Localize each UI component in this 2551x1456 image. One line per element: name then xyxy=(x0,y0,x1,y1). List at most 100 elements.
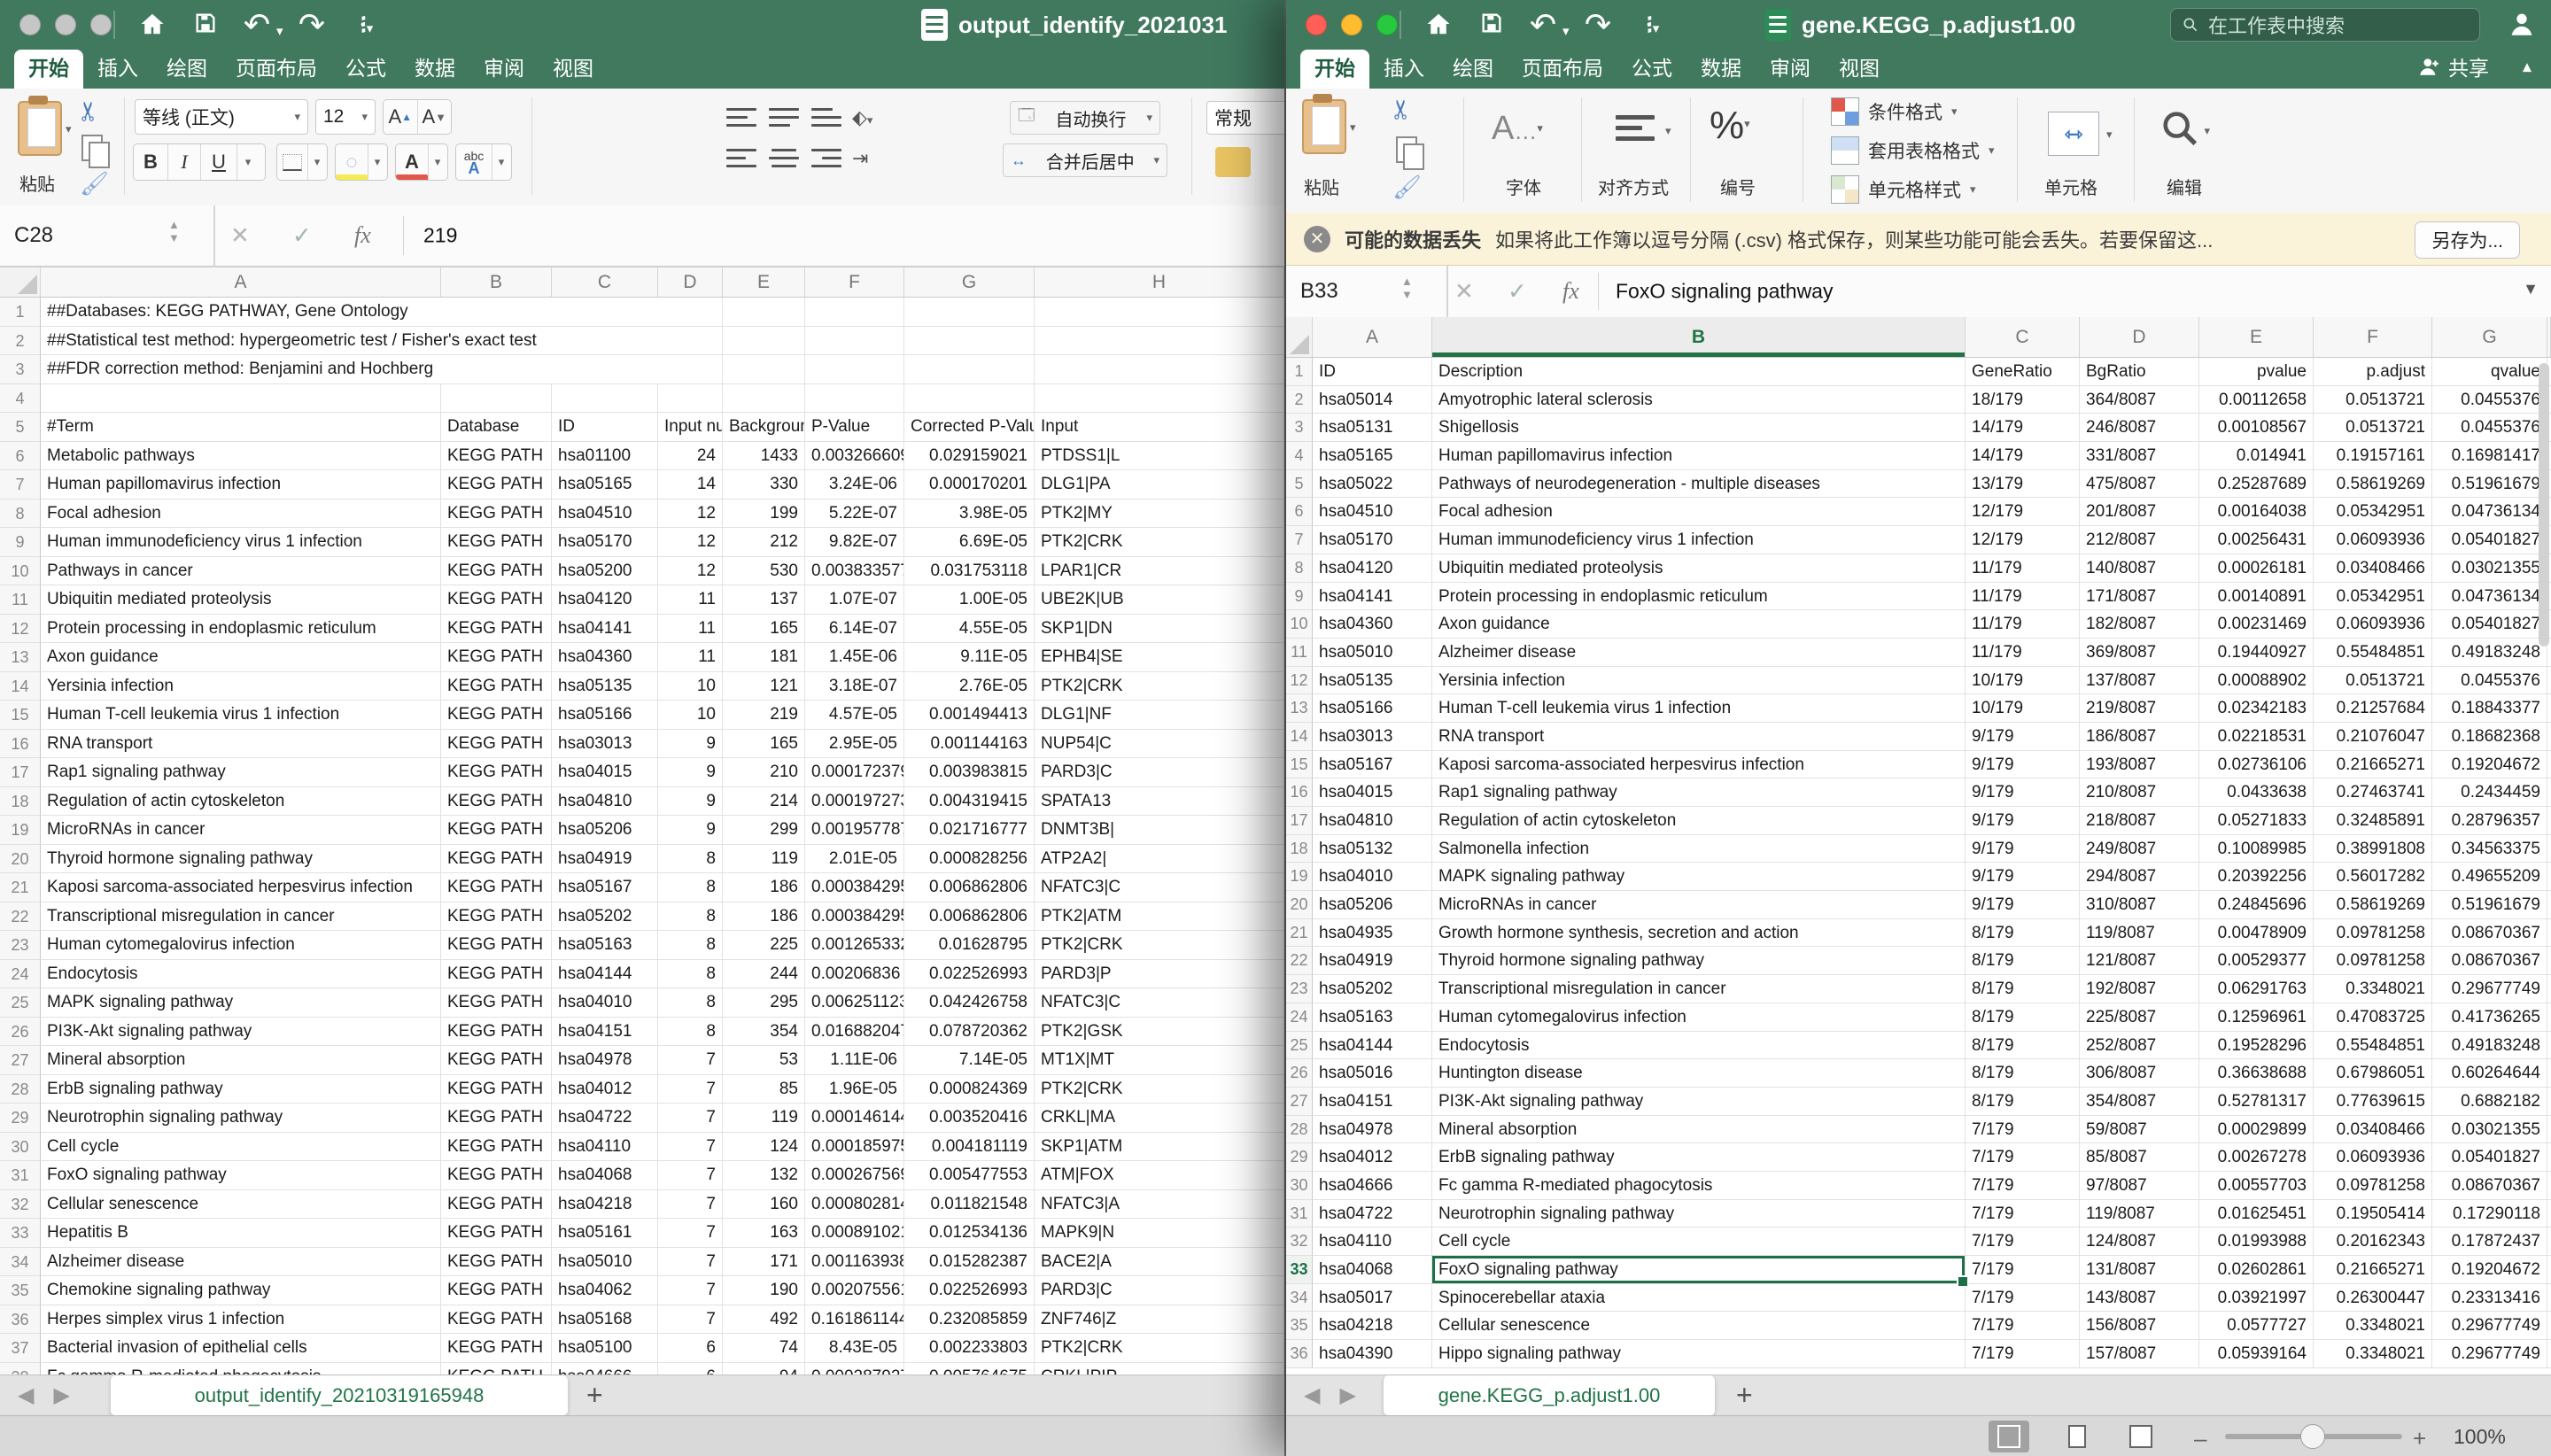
row-number[interactable]: 7 xyxy=(1286,526,1313,554)
cell[interactable]: Huntington disease xyxy=(1432,1059,1966,1088)
cell[interactable]: 7 xyxy=(658,1305,723,1335)
row-number[interactable]: 3 xyxy=(0,355,41,384)
cell[interactable]: Background xyxy=(723,413,805,442)
cell[interactable]: 0.000146144 xyxy=(805,1104,904,1133)
cell[interactable]: 0.21665271 xyxy=(2314,1256,2432,1284)
cell[interactable]: 364/8087 xyxy=(2080,386,2199,414)
column-header-B[interactable]: B xyxy=(1432,317,1966,357)
cell[interactable]: RNA transport xyxy=(1432,723,1966,751)
row-number[interactable]: 14 xyxy=(0,672,41,701)
cell[interactable]: 1433 xyxy=(723,442,805,471)
cell[interactable]: 0.03021355 xyxy=(2432,554,2547,583)
cell[interactable]: 14/179 xyxy=(1966,414,2080,442)
cell[interactable]: 0.51961679 xyxy=(2432,891,2547,919)
cell[interactable]: hsa04722 xyxy=(552,1104,658,1133)
cell[interactable]: Endocytosis xyxy=(1432,1032,1966,1060)
cell[interactable]: 9/179 xyxy=(1966,891,2080,919)
cell[interactable]: 0.05342951 xyxy=(2314,498,2432,526)
cell[interactable]: 181 xyxy=(723,643,805,672)
column-header-E[interactable]: E xyxy=(2199,317,2314,357)
ribbon-tab-绘图[interactable]: 绘图 xyxy=(1438,50,1508,89)
cell[interactable]: KEGG PATH xyxy=(441,557,552,586)
cell[interactable]: 354 xyxy=(723,1018,805,1047)
cell[interactable]: 1.07E-07 xyxy=(805,585,904,615)
cell[interactable]: 0.021716777 xyxy=(904,816,1035,845)
name-box[interactable]: C28 xyxy=(0,205,215,266)
cell[interactable]: 124 xyxy=(723,1133,805,1162)
cell[interactable]: 0.02736106 xyxy=(2199,751,2314,779)
cell[interactable]: 186 xyxy=(723,873,805,902)
zoom-button[interactable] xyxy=(1376,14,1398,35)
row-number[interactable]: 21 xyxy=(1286,919,1313,948)
cell[interactable]: 0.000828256 xyxy=(904,845,1035,874)
row-number[interactable]: 17 xyxy=(1286,807,1313,835)
cell[interactable]: 0.0513721 xyxy=(2314,386,2432,414)
row-number[interactable]: 13 xyxy=(0,643,41,672)
formula-value[interactable]: 219 xyxy=(423,224,457,248)
row-number[interactable]: 23 xyxy=(0,931,41,960)
cell[interactable]: 0.05401827 xyxy=(2432,610,2547,639)
cell[interactable]: KEGG PATH xyxy=(441,1075,552,1104)
cell[interactable]: hsa01100 xyxy=(552,442,658,471)
cell[interactable]: Pathways in cancer xyxy=(41,557,441,586)
cell[interactable]: KEGG PATH xyxy=(441,787,552,817)
cell[interactable]: hsa04062 xyxy=(552,1276,658,1305)
cell[interactable]: 0.05401827 xyxy=(2432,1143,2547,1172)
cell[interactable]: hsa03013 xyxy=(552,730,658,759)
decrease-font-button[interactable]: A▼ xyxy=(418,100,452,134)
cell[interactable]: hsa04919 xyxy=(1313,947,1432,975)
cell[interactable]: 0.24845696 xyxy=(2199,891,2314,919)
wrap-text-button[interactable]: 🗔 自动换行▾ xyxy=(1010,101,1160,135)
cell[interactable]: CRKL|MA xyxy=(1035,1104,1284,1133)
name-box-stepper[interactable]: ▲▼ xyxy=(168,220,180,243)
cell[interactable]: KEGG PATH xyxy=(441,845,552,874)
cell[interactable]: 0.00164038 xyxy=(2199,498,2314,526)
cell[interactable] xyxy=(658,384,723,414)
paste-caret-icon[interactable]: ▾ xyxy=(66,122,72,136)
cell[interactable]: KEGG PATH xyxy=(441,643,552,672)
row-number[interactable]: 2 xyxy=(1286,386,1313,414)
cell[interactable]: KEGG PATH xyxy=(441,1219,552,1248)
cell[interactable]: 0.49655209 xyxy=(2432,863,2547,891)
cell[interactable]: Pathways of neurodegeneration - multiple… xyxy=(1432,470,1966,499)
row-number[interactable]: 32 xyxy=(1286,1228,1313,1256)
format-as-table-button[interactable]: 套用表格格式▾ xyxy=(1831,136,1995,165)
ribbon-tab-审阅[interactable]: 审阅 xyxy=(469,50,539,89)
row-number[interactable]: 32 xyxy=(0,1190,41,1220)
cell[interactable]: 11/179 xyxy=(1966,583,2080,611)
ribbon-tab-插入[interactable]: 插入 xyxy=(1369,50,1438,89)
cell[interactable]: 160 xyxy=(723,1190,805,1220)
cell[interactable]: KEGG PATH xyxy=(441,701,552,730)
cell[interactable] xyxy=(658,355,723,384)
cell[interactable]: 6.14E-07 xyxy=(805,615,904,644)
cell[interactable]: 0.002233803 xyxy=(904,1334,1035,1363)
format-painter-icon[interactable]: 🖌 xyxy=(80,170,109,197)
cell[interactable]: 0.0433638 xyxy=(2199,778,2314,807)
cell[interactable]: Human immunodeficiency virus 1 infection xyxy=(41,528,441,557)
edit-group-icon[interactable]: ▾ xyxy=(2159,108,2210,153)
paste-caret-icon[interactable]: ▾ xyxy=(1350,120,1356,135)
cell[interactable]: 0.003520416 xyxy=(904,1104,1035,1133)
cell[interactable]: 492 xyxy=(723,1305,805,1335)
cell[interactable]: Human immunodeficiency virus 1 infection xyxy=(1432,526,1966,554)
cell[interactable]: hsa04666 xyxy=(552,1363,658,1375)
row-number[interactable]: 37 xyxy=(0,1334,41,1363)
cell[interactable]: 0.00112658 xyxy=(2199,386,2314,414)
cell[interactable]: PTK2|CRK xyxy=(1035,1075,1284,1104)
cell[interactable]: hsa05017 xyxy=(1313,1284,1432,1313)
cell[interactable] xyxy=(2547,947,2551,975)
row-number[interactable]: 29 xyxy=(1286,1143,1313,1172)
row-number[interactable]: 1 xyxy=(1286,358,1313,386)
cell[interactable]: 310/8087 xyxy=(2080,891,2199,919)
cell[interactable]: 1.11E-06 xyxy=(805,1046,904,1075)
cell[interactable]: 0.031753118 xyxy=(904,557,1035,586)
cell[interactable]: 0.06093936 xyxy=(2314,526,2432,554)
cell[interactable]: 9/179 xyxy=(1966,751,2080,779)
row-number[interactable]: 29 xyxy=(0,1104,41,1133)
cell[interactable] xyxy=(658,327,723,356)
cell[interactable]: EPHB4|SE xyxy=(1035,643,1284,672)
cell[interactable]: 0.08670367 xyxy=(2432,919,2547,948)
cell[interactable]: KEGG PATH xyxy=(441,1363,552,1375)
cell[interactable]: hsa05165 xyxy=(1313,442,1432,470)
cell[interactable] xyxy=(2547,751,2551,779)
